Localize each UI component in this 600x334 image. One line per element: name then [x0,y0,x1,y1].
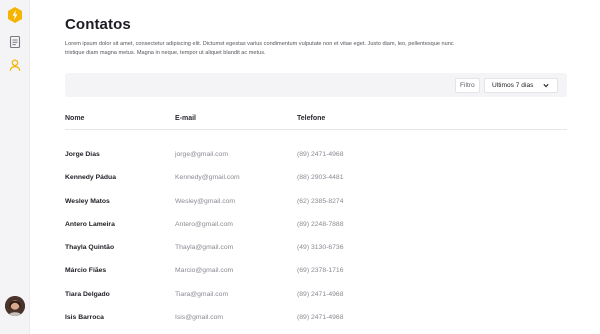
sidebar [0,0,30,334]
column-header-phone: Telefone [297,115,326,122]
contact-name: Isis Barroca [65,314,104,322]
avatar-image [5,296,25,316]
main-content: Contatos Lorem ipsum dolor sit amet, con… [65,0,568,334]
contact-phone: (89) 2248-7888 [297,220,344,228]
contact-phone: (62) 2385-8274 [297,197,344,205]
header-divider [65,129,567,130]
contact-phone: (49) 3130-6736 [297,244,344,252]
contact-phone: (89) 2471-4968 [297,290,344,298]
page-description: Lorem ipsum dolor sit amet, consectetur … [65,41,454,57]
contact-email: Kennedy@gmail.com [175,174,240,182]
contact-email: Thayla@gmail.com [175,244,234,252]
filter-bar: Filtro Ultimos 7 dias [65,73,567,97]
page-title: Contatos [65,16,131,33]
document-icon[interactable] [8,35,22,49]
avatar[interactable] [5,296,25,316]
table-row[interactable]: Antero Lameira Antero@gmail.com (89) 224… [65,217,567,240]
contact-phone: (69) 2378-1716 [297,267,344,275]
period-select[interactable]: Ultimos 7 dias [484,78,558,93]
contacts-table-body: Jorge Dias jorge@gmail.com (89) 2471-496… [65,147,567,333]
user-icon[interactable] [8,58,22,72]
table-row[interactable]: Tiara Delgado Tiara@gmail.com (89) 2471-… [65,287,567,310]
bolt-logo[interactable] [8,7,22,23]
table-row[interactable]: Isis Barroca Isis@gmail.com (89) 2471-49… [65,310,567,333]
contact-email: Isis@gmail.com [175,314,224,322]
contact-name: Jorge Dias [65,151,100,158]
contact-name: Kennedy Pádua [65,174,116,182]
chevron-down-icon [543,83,549,88]
column-header-email: E-mail [175,115,197,122]
filter-button[interactable]: Filtro [455,78,480,93]
table-row[interactable]: Jorge Dias jorge@gmail.com (89) 2471-496… [65,147,567,170]
table-row[interactable]: Márcio Fiães Marcio@gmail.com (69) 2378-… [65,263,567,286]
contact-email: Antero@gmail.com [175,220,233,228]
contact-phone: (89) 2471-4968 [297,151,344,158]
table-row[interactable]: Thayla Quintão Thayla@gmail.com (49) 313… [65,240,567,263]
period-select-value: Ultimos 7 dias [492,82,534,89]
contact-email: jorge@gmail.com [175,151,228,158]
contact-phone: (88) 2903-4481 [297,174,344,182]
table-row[interactable]: Kennedy Pádua Kennedy@gmail.com (88) 290… [65,170,567,193]
contact-email: Marcio@gmail.com [175,267,234,275]
contact-name: Tiara Delgado [65,290,110,298]
contact-name: Márcio Fiães [65,267,107,275]
contact-name: Wesley Matos [65,197,110,205]
column-header-name: Nome [65,115,85,122]
contact-email: Wesley@gmail.com [175,197,236,205]
table-row[interactable]: Wesley Matos Wesley@gmail.com (62) 2385-… [65,194,567,217]
contact-name: Thayla Quintão [65,244,115,252]
contact-name: Antero Lameira [65,220,115,228]
contact-email: Tiara@gmail.com [175,290,229,298]
contact-phone: (89) 2471-4968 [297,314,344,322]
